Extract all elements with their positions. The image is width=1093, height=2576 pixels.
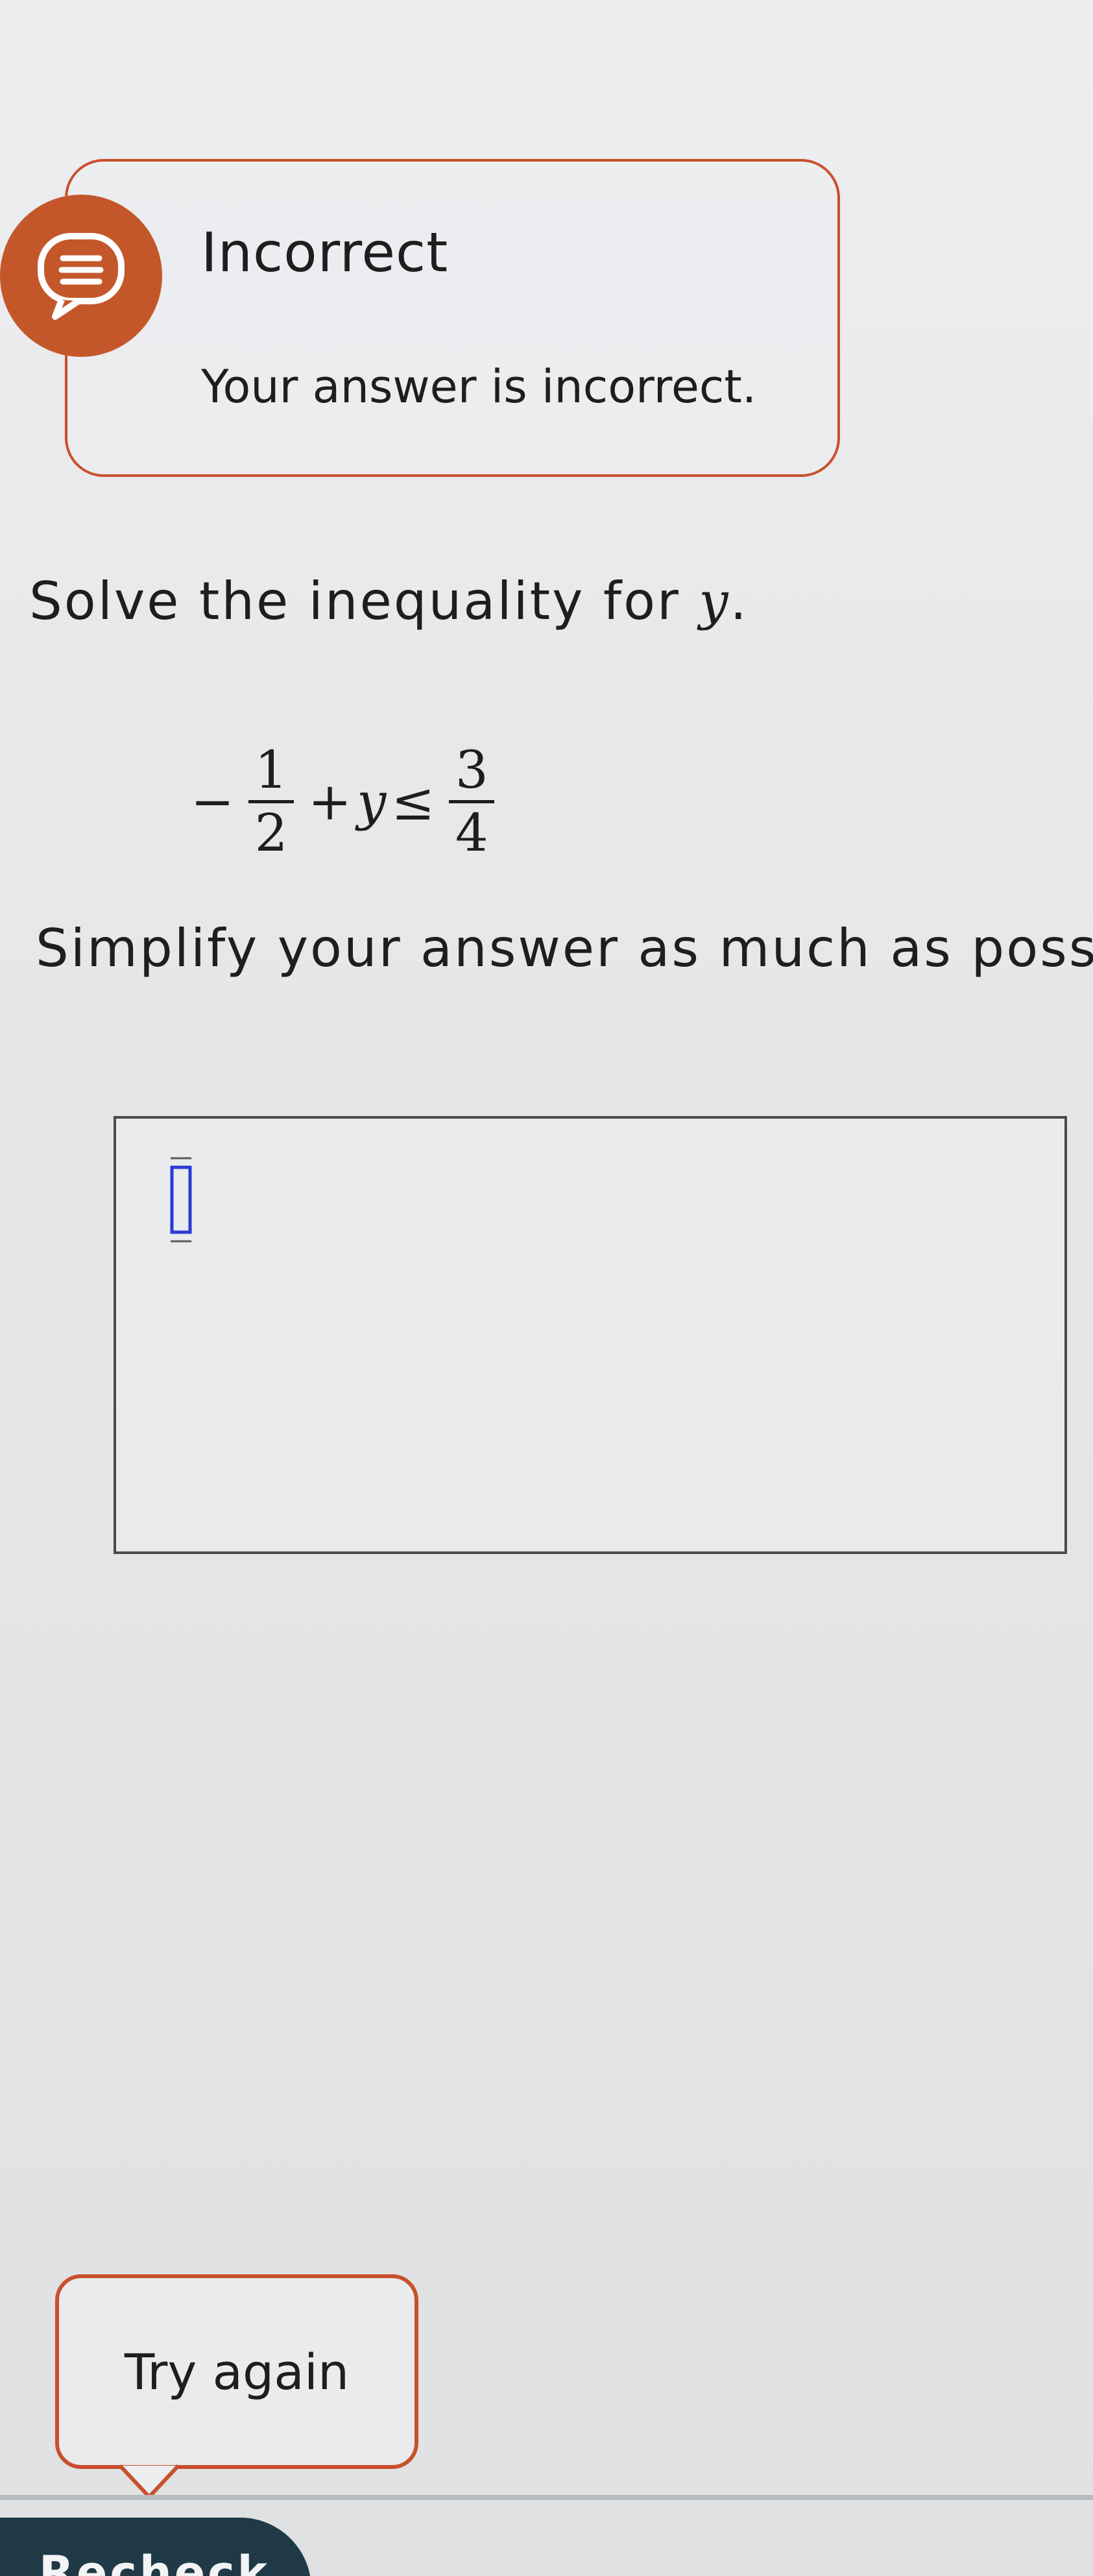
bottom-action-label: Recheck — [39, 2546, 270, 2576]
feedback-title: Incorrect — [201, 221, 449, 284]
plus-sign: + — [308, 771, 352, 832]
instruction-text: Simplify your answer as much as possil — [36, 918, 1093, 978]
chat-bubble-icon — [0, 195, 162, 357]
question-prompt-suffix: . — [730, 571, 749, 631]
question-prompt-prefix: Solve the inequality for — [29, 571, 699, 631]
try-again-button[interactable]: Try again — [55, 2274, 418, 2469]
try-again-label: Try again — [124, 2342, 350, 2401]
fraction-denominator: 4 — [455, 802, 488, 863]
feedback-card — [65, 159, 840, 477]
fraction-one-half: 1 2 — [248, 740, 294, 863]
bottom-divider — [0, 2495, 1093, 2500]
minus-sign: − — [191, 771, 235, 832]
page: Incorrect Your answer is incorrect. Solv… — [0, 0, 1093, 2576]
less-or-equal-sign: ≤ — [391, 771, 435, 832]
question-prompt-variable: y — [699, 571, 730, 631]
inequality-expression: − 1 2 + y ≤ 3 4 — [188, 717, 506, 886]
answer-input[interactable] — [114, 1116, 1067, 1554]
fraction-denominator: 2 — [254, 802, 288, 863]
bottom-action-button[interactable]: Recheck — [0, 2518, 311, 2576]
question-prompt: Solve the inequality for y. — [29, 571, 749, 631]
chat-bubble-icon-graphic — [38, 233, 125, 320]
fraction-three-quarters: 3 4 — [449, 739, 495, 863]
fraction-numerator: 3 — [455, 739, 488, 800]
feedback-message: Your answer is incorrect. — [201, 360, 757, 413]
variable-y: y — [357, 771, 387, 832]
text-cursor-icon — [170, 1157, 192, 1243]
fraction-numerator: 1 — [254, 739, 288, 800]
